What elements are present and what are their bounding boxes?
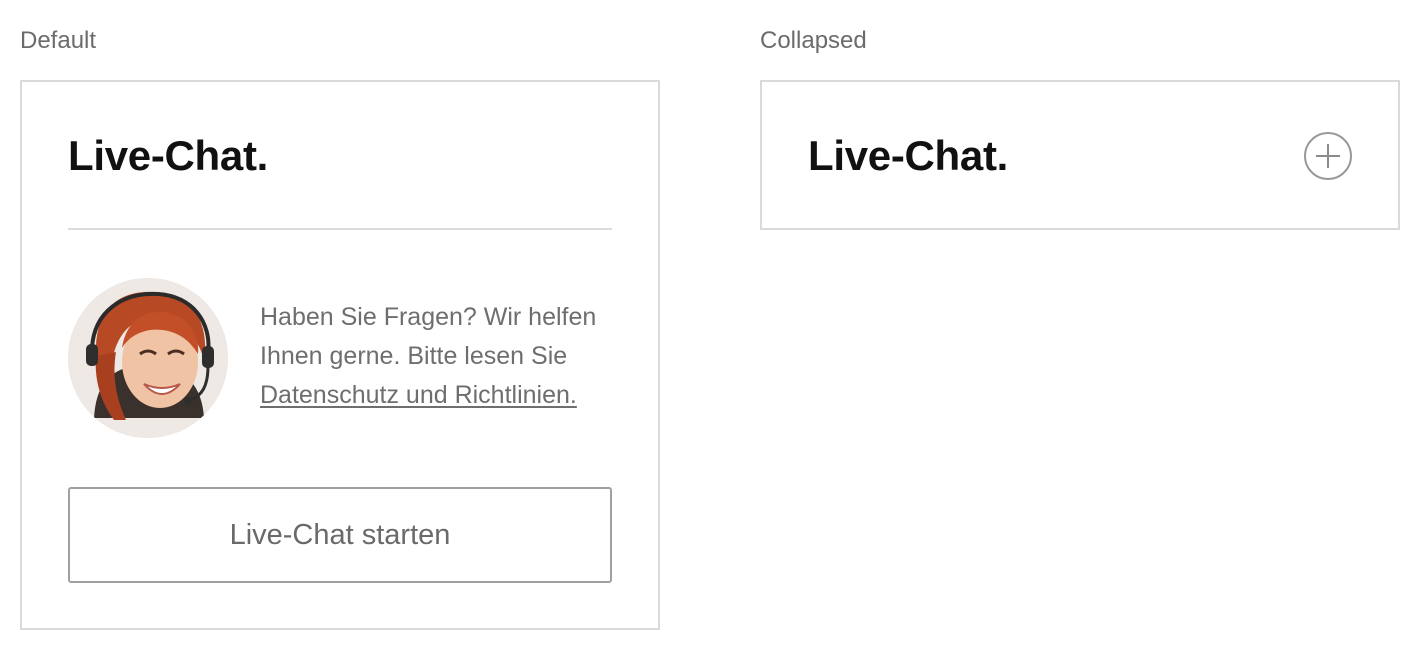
- support-agent-avatar: [68, 278, 228, 438]
- variant-label-default: Default: [20, 27, 97, 54]
- panel-title-collapsed: Live-Chat.: [808, 132, 1009, 179]
- panel-title: Live-Chat.: [68, 132, 269, 179]
- chat-intro-text: Haben Sie Fragen? Wir helfen Ihnen gerne…: [260, 303, 597, 370]
- panel-divider: [68, 228, 612, 230]
- plus-circle-icon[interactable]: [1304, 132, 1352, 180]
- privacy-policy-link[interactable]: Datenschutz und Richtlinien.: [260, 381, 577, 409]
- start-live-chat-button[interactable]: Live-Chat starten: [68, 487, 612, 583]
- chat-info-text: Haben Sie Fragen? Wir helfen Ihnen gerne…: [260, 298, 630, 415]
- variant-label-collapsed: Collapsed: [760, 27, 867, 54]
- live-chat-panel-collapsed: Live-Chat.: [760, 80, 1400, 230]
- live-chat-panel-default: Live-Chat. Haben Sie Fragen? Wir helfen …: [20, 80, 660, 630]
